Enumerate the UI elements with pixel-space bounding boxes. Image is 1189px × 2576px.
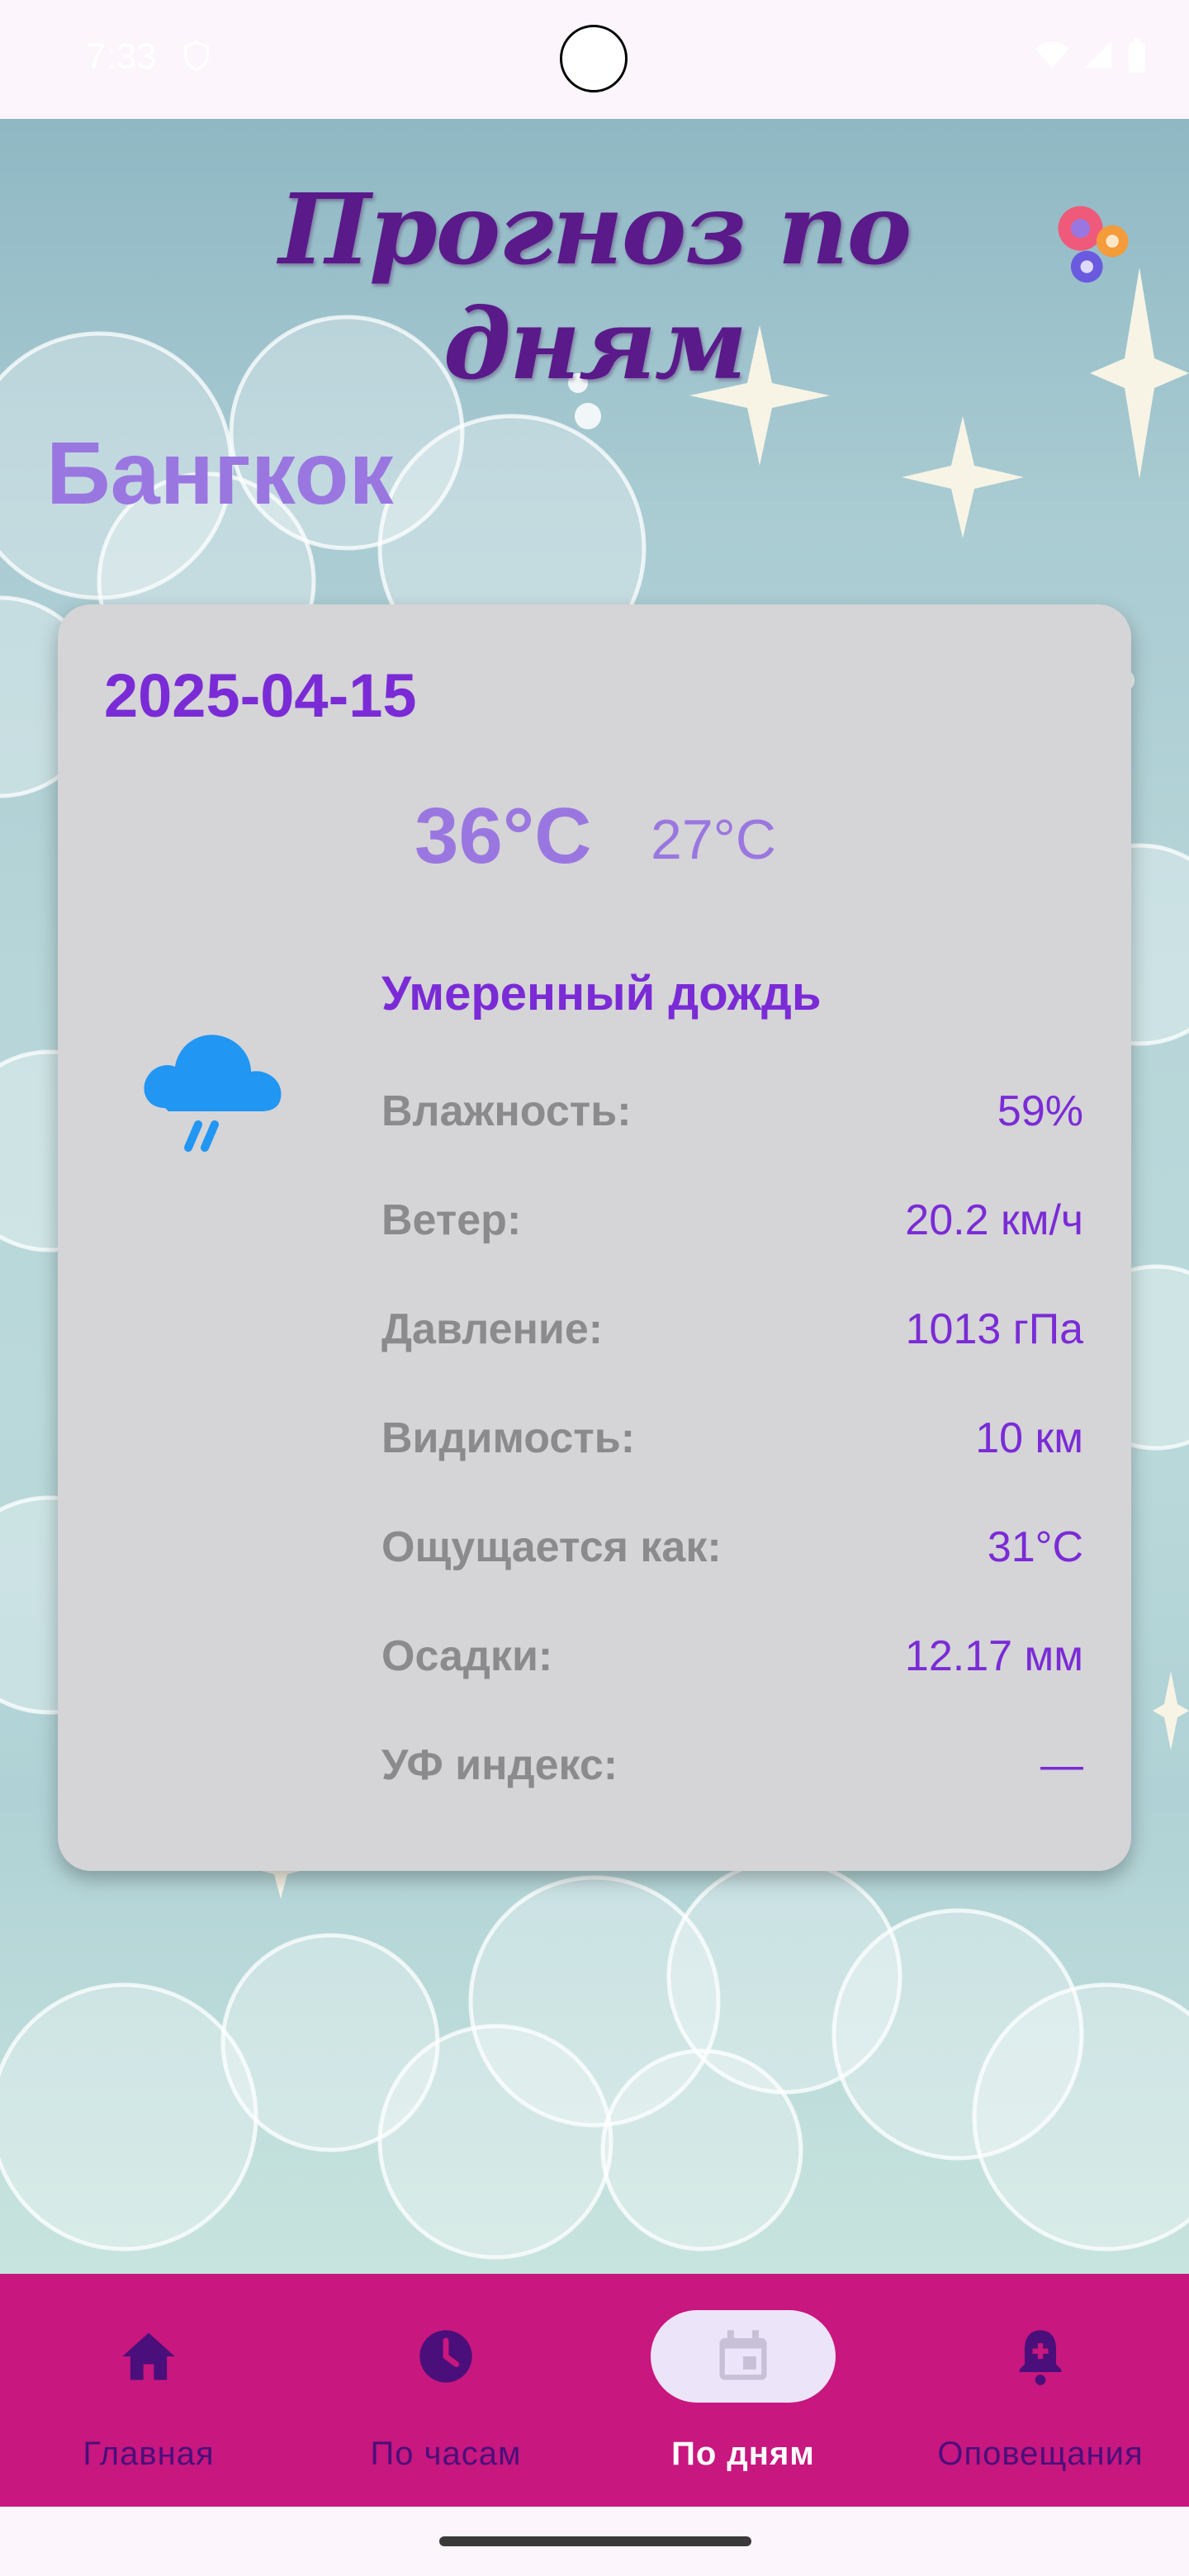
page-title: Прогноз по дням xyxy=(278,172,912,401)
detail-label: Осадки: xyxy=(381,1632,553,1680)
detail-row-uv-index: УФ индекс: — xyxy=(381,1740,1083,1798)
detail-label: Ветер: xyxy=(381,1196,522,1244)
nav-item-daily[interactable]: По дням xyxy=(619,2274,867,2507)
battery-icon xyxy=(1129,38,1145,73)
detail-label: Влажность: xyxy=(381,1087,632,1135)
gesture-handle[interactable] xyxy=(439,2536,751,2546)
city-name: Бангкок xyxy=(46,423,394,523)
rain-cloud-icon xyxy=(144,1035,282,1152)
home-icon xyxy=(122,2332,175,2380)
detail-value: 1013 гПа xyxy=(905,1305,1083,1353)
forecast-date: 2025-04-15 xyxy=(104,661,417,730)
weather-condition: Умеренный дождь xyxy=(381,967,822,1020)
status-icons xyxy=(1034,38,1148,74)
detail-label: Давление: xyxy=(381,1305,604,1353)
detail-label: Видимость: xyxy=(381,1414,636,1462)
temp-max: 36°C xyxy=(414,792,592,880)
detail-row-pressure: Давление: 1013 гПа xyxy=(381,1305,1083,1362)
gears-icon[interactable] xyxy=(1045,197,1141,292)
nav-label: Оповещания xyxy=(937,2436,1144,2472)
detail-value: 10 км xyxy=(975,1414,1083,1462)
detail-row-wind: Ветер: 20.2 км/ч xyxy=(381,1196,1083,1253)
temp-min: 27°C xyxy=(651,808,776,871)
detail-value: 31°C xyxy=(987,1523,1083,1571)
shield-icon xyxy=(184,40,209,72)
wifi-icon xyxy=(1035,41,1068,69)
detail-value: 59% xyxy=(997,1087,1083,1135)
bell-icon xyxy=(1019,2330,1062,2385)
detail-row-humidity: Влажность: 59% xyxy=(381,1087,1083,1144)
calendar-icon xyxy=(719,2330,767,2380)
bottom-navigation: Главная По часам По дням Оповещания xyxy=(0,2274,1189,2507)
detail-value: 12.17 мм xyxy=(904,1632,1083,1680)
detail-row-feels-like: Ощущается как: 31°C xyxy=(381,1522,1083,1580)
status-bar: 7:33 xyxy=(0,0,1189,119)
detail-label: УФ индекс: xyxy=(381,1741,618,1789)
status-time: 7:33 xyxy=(86,36,157,77)
signal-icon xyxy=(1084,40,1112,69)
nav-item-hourly[interactable]: По часам xyxy=(322,2274,570,2507)
detail-value: 20.2 км/ч xyxy=(905,1196,1083,1244)
nav-label: По часам xyxy=(370,2436,522,2472)
detail-value: — xyxy=(1040,1741,1083,1789)
nav-label: Главная xyxy=(83,2436,215,2472)
detail-row-precipitation: Осадки: 12.17 мм xyxy=(381,1631,1083,1689)
detail-label: Ощущается как: xyxy=(381,1523,722,1571)
detail-row-visibility: Видимость: 10 км xyxy=(381,1413,1083,1471)
nav-label: По дням xyxy=(671,2436,815,2472)
gesture-bar xyxy=(0,2507,1189,2576)
camera-cutout xyxy=(560,25,628,92)
forecast-card: 2025-04-15 36°C 27°C Умеренный дождь Вла… xyxy=(58,604,1131,1871)
clock-icon xyxy=(419,2330,472,2383)
nav-item-alerts[interactable]: Оповещания xyxy=(917,2274,1164,2507)
nav-item-home[interactable]: Главная xyxy=(25,2274,272,2507)
